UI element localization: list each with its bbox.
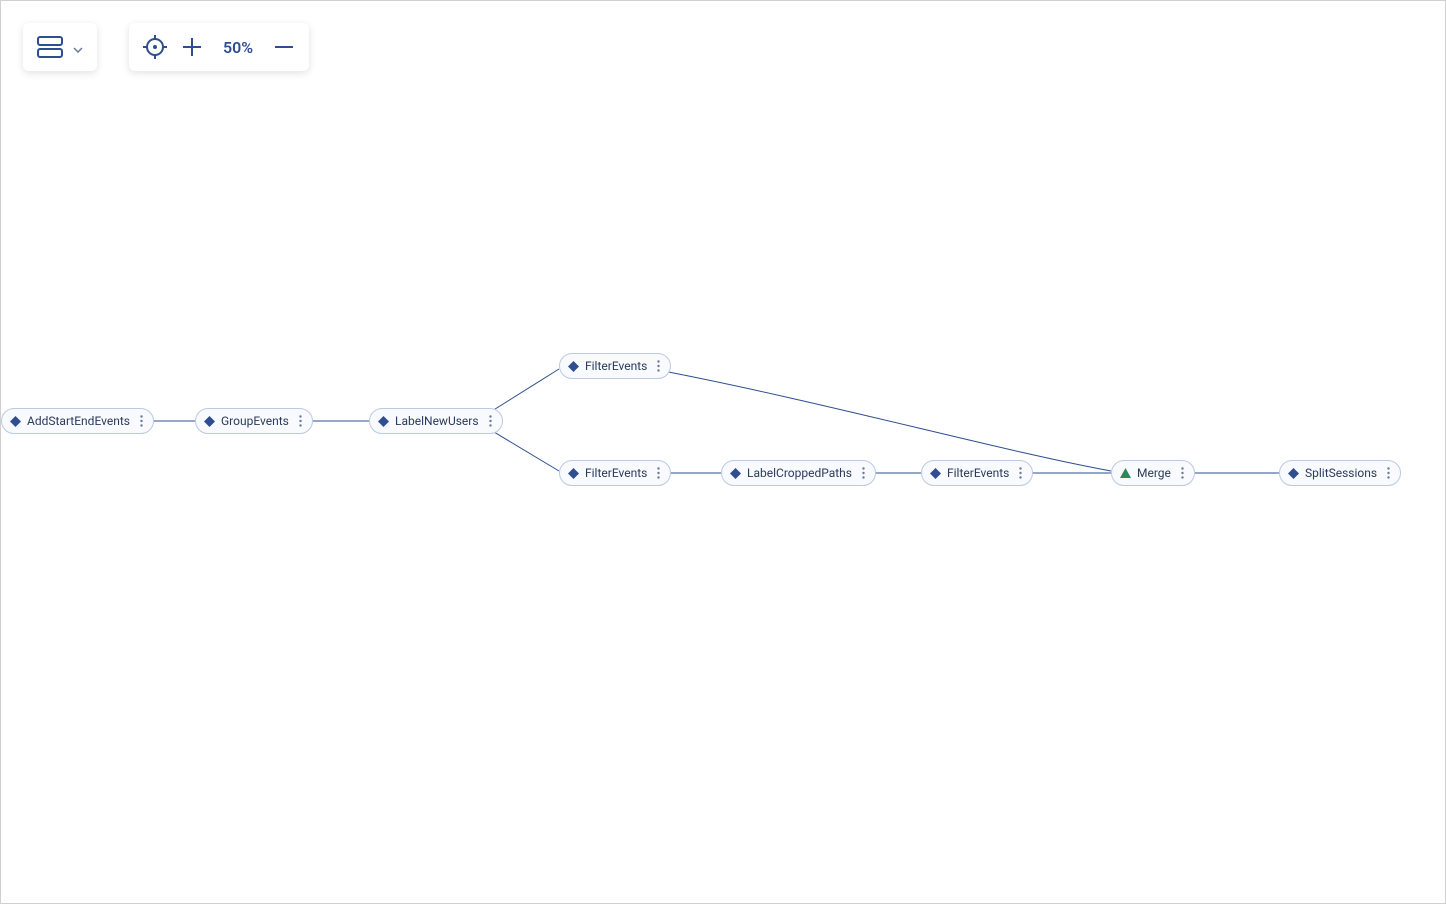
kebab-icon: [140, 415, 143, 427]
graph-node-merge[interactable]: Merge: [1111, 460, 1195, 486]
diamond-icon: [10, 416, 21, 427]
graph-node-label-new-users[interactable]: LabelNewUsers: [369, 408, 503, 434]
diamond-icon: [568, 361, 579, 372]
kebab-icon: [1387, 467, 1390, 479]
node-menu-button[interactable]: [1181, 467, 1184, 479]
node-menu-button[interactable]: [657, 360, 660, 372]
graph-canvas[interactable]: AddStartEndEvents GroupEvents LabelNewUser…: [1, 1, 1445, 903]
kebab-icon: [862, 467, 865, 479]
graph-node-add-start-end-events[interactable]: AddStartEndEvents: [1, 408, 154, 434]
node-label: FilterEvents: [585, 359, 647, 373]
node-label: LabelCroppedPaths: [747, 466, 852, 480]
node-label: Merge: [1137, 466, 1171, 480]
node-label: SplitSessions: [1305, 466, 1377, 480]
graph-node-split-sessions[interactable]: SplitSessions: [1279, 460, 1401, 486]
graph-node-filter-events-mid[interactable]: FilterEvents: [559, 460, 671, 486]
node-label: LabelNewUsers: [395, 414, 479, 428]
kebab-icon: [489, 415, 492, 427]
node-menu-button[interactable]: [1019, 467, 1022, 479]
triangle-icon: [1120, 468, 1131, 478]
node-label: AddStartEndEvents: [27, 414, 130, 428]
kebab-icon: [1181, 467, 1184, 479]
diamond-icon: [730, 468, 741, 479]
graph-edge: [653, 369, 1111, 471]
node-menu-button[interactable]: [299, 415, 302, 427]
kebab-icon: [657, 360, 660, 372]
kebab-icon: [657, 467, 660, 479]
graph-node-label-cropped-paths[interactable]: LabelCroppedPaths: [721, 460, 876, 486]
diamond-icon: [378, 416, 389, 427]
graph-edges: [1, 1, 1446, 905]
graph-node-filter-events-top[interactable]: FilterEvents: [559, 353, 671, 379]
diamond-icon: [568, 468, 579, 479]
node-label: FilterEvents: [585, 466, 647, 480]
diamond-icon: [204, 416, 215, 427]
node-menu-button[interactable]: [862, 467, 865, 479]
node-menu-button[interactable]: [1387, 467, 1390, 479]
node-label: FilterEvents: [947, 466, 1009, 480]
graph-node-group-events[interactable]: GroupEvents: [195, 408, 313, 434]
node-label: GroupEvents: [221, 414, 289, 428]
diamond-icon: [930, 468, 941, 479]
node-menu-button[interactable]: [140, 415, 143, 427]
kebab-icon: [1019, 467, 1022, 479]
graph-node-filter-events-right[interactable]: FilterEvents: [921, 460, 1033, 486]
diamond-icon: [1288, 468, 1299, 479]
kebab-icon: [299, 415, 302, 427]
node-menu-button[interactable]: [489, 415, 492, 427]
node-menu-button[interactable]: [657, 467, 660, 479]
